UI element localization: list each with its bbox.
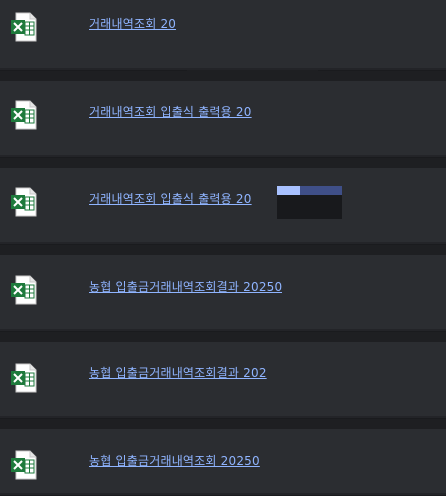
excel-file-icon[interactable] — [10, 363, 38, 393]
file-row[interactable]: 농협 입출금거래내역조회 20250 — [0, 429, 446, 496]
file-name-link[interactable]: 거래내역조회 20 — [89, 15, 176, 32]
excel-file-icon[interactable] — [10, 187, 38, 217]
file-name-link[interactable]: 거래내역조회 입출식 출력용 20 — [89, 190, 252, 207]
excel-file-icon[interactable] — [10, 450, 38, 480]
progress-overlay-fill — [277, 186, 300, 195]
tab-notch — [187, 70, 318, 77]
file-name-link[interactable]: 농협 입출금거래내역조회결과 20250 — [89, 278, 282, 295]
file-name-link[interactable]: 농협 입출금거래내역조회결과 202 — [89, 364, 267, 381]
file-row[interactable]: 거래내역조회 입출식 출력용 20 — [0, 168, 446, 245]
file-row[interactable]: 거래내역조회 입출식 출력용 20 — [0, 81, 446, 158]
file-name-link[interactable]: 농협 입출금거래내역조회 20250 — [89, 452, 260, 469]
excel-file-icon[interactable] — [10, 275, 38, 305]
overlay-panel — [277, 195, 342, 219]
file-row[interactable]: 거래내역조회 20 — [0, 0, 446, 71]
file-row[interactable]: 농협 입출금거래내역조회결과 202 — [0, 342, 446, 419]
file-name-link[interactable]: 거래내역조회 입출식 출력용 20 — [89, 103, 252, 120]
excel-file-icon[interactable] — [10, 100, 38, 130]
file-row[interactable]: 농협 입출금거래내역조회결과 20250 — [0, 255, 446, 332]
excel-file-icon[interactable] — [10, 12, 38, 42]
